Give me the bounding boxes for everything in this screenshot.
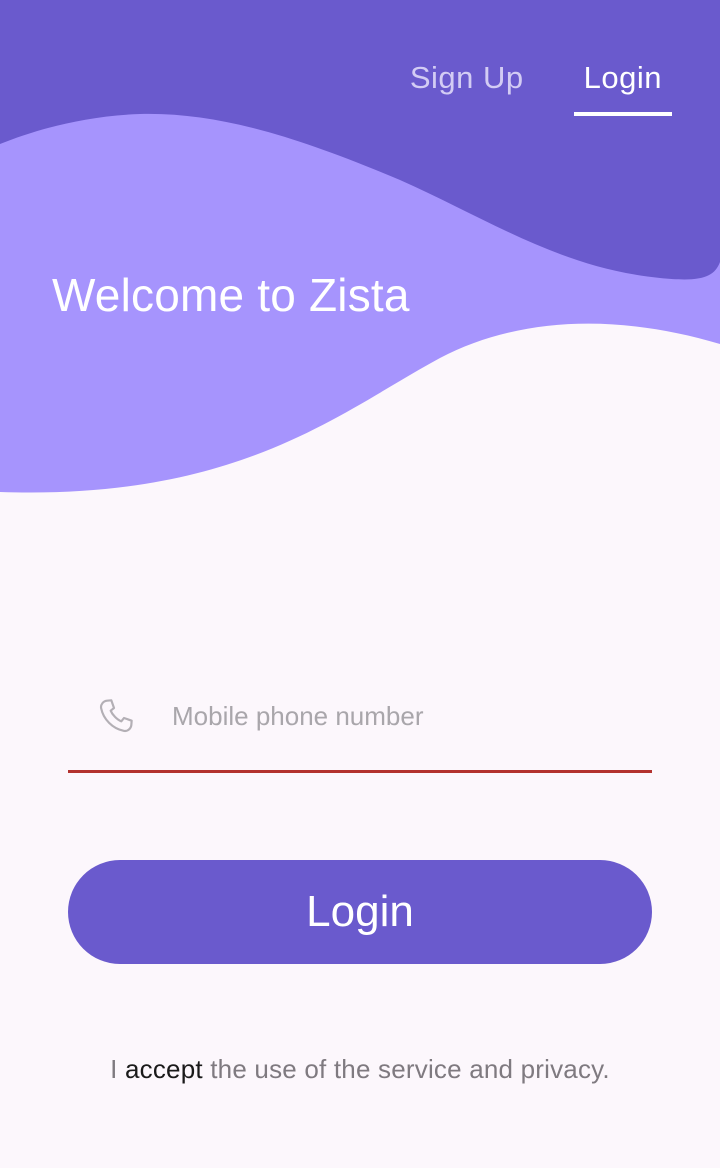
phone-field-underline (68, 770, 652, 773)
active-tab-indicator (573, 112, 672, 116)
tab-login[interactable]: Login (573, 56, 672, 116)
auth-tabs: Sign Up Login (398, 56, 672, 116)
login-button[interactable]: Login (68, 860, 652, 964)
terms-suffix: the use of the service and privacy. (202, 1054, 610, 1084)
tab-login-label: Login (583, 60, 662, 95)
login-button-label: Login (306, 887, 414, 936)
terms-prefix: I (110, 1054, 125, 1084)
accept-link[interactable]: accept (125, 1054, 203, 1084)
tab-sign-up-label: Sign Up (409, 60, 524, 95)
phone-icon (99, 699, 133, 733)
phone-input[interactable] (172, 692, 632, 740)
tab-sign-up[interactable]: Sign Up (398, 56, 532, 116)
phone-field (68, 676, 652, 774)
welcome-title: Welcome to Zista (52, 269, 410, 321)
terms-text: I accept the use of the service and priv… (0, 1054, 720, 1085)
